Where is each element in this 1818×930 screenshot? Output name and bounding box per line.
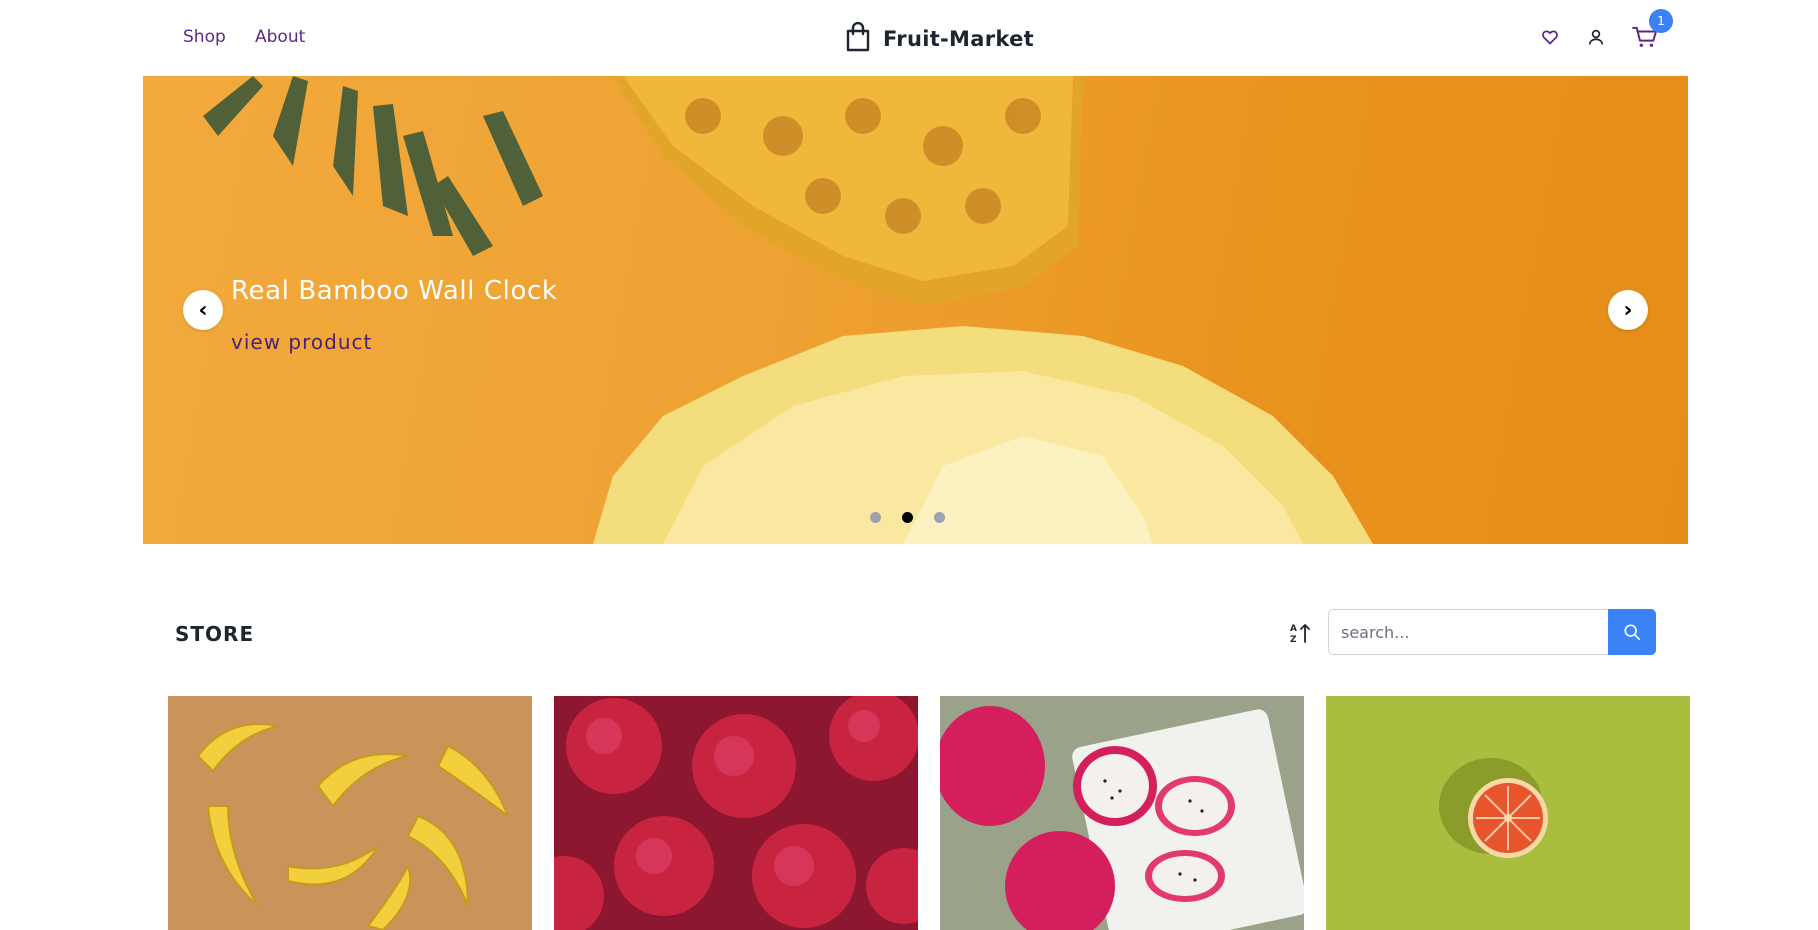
shopping-bag-icon [845,21,871,56]
sort-alpha-asc-icon: A Z [1290,624,1310,644]
account-button[interactable] [1583,24,1609,50]
product-image [940,706,1304,930]
search-icon [1624,624,1641,641]
product-image [196,723,511,930]
view-product-link[interactable]: view product [231,330,372,354]
site-header: Shop About Fruit-Market 1 [0,0,1818,76]
carousel-dot-1[interactable] [870,512,881,523]
wishlist-button[interactable] [1537,24,1563,50]
search-input[interactable] [1328,609,1609,655]
svg-text:A: A [1290,624,1297,634]
search-button[interactable] [1608,609,1656,655]
carousel-indicators [870,512,945,523]
nav-shop-link[interactable]: Shop [183,27,226,47]
svg-text:Z: Z [1290,635,1297,644]
hero-title: Real Bamboo Wall Clock [231,276,558,306]
chevron-left-icon: ‹ [198,297,208,323]
chevron-right-icon: › [1623,297,1633,323]
product-image [554,696,918,930]
sort-button[interactable]: A Z [1287,620,1313,646]
nav-about-link[interactable]: About [255,27,305,47]
hero-carousel: Real Bamboo Wall Clock view product ‹ › [143,76,1688,544]
hero-image [203,76,1373,544]
heart-icon [1542,30,1558,45]
carousel-next-button[interactable]: › [1608,290,1648,330]
product-card-dragon-fruit[interactable] [940,696,1304,930]
brand-title: Fruit-Market [883,27,1034,51]
brand-logo[interactable]: Fruit-Market [845,21,1034,56]
product-card-grapefruit[interactable] [1326,696,1690,930]
product-card-raspberries[interactable] [554,696,918,930]
carousel-dot-3[interactable] [934,512,945,523]
carousel-prev-button[interactable]: ‹ [183,290,223,330]
user-icon [1588,29,1604,45]
carousel-dot-2[interactable] [902,512,913,523]
product-card-bananas[interactable] [168,696,532,930]
cart-count-badge: 1 [1649,9,1673,33]
product-image [1439,758,1548,858]
store-heading: STORE [175,622,255,646]
